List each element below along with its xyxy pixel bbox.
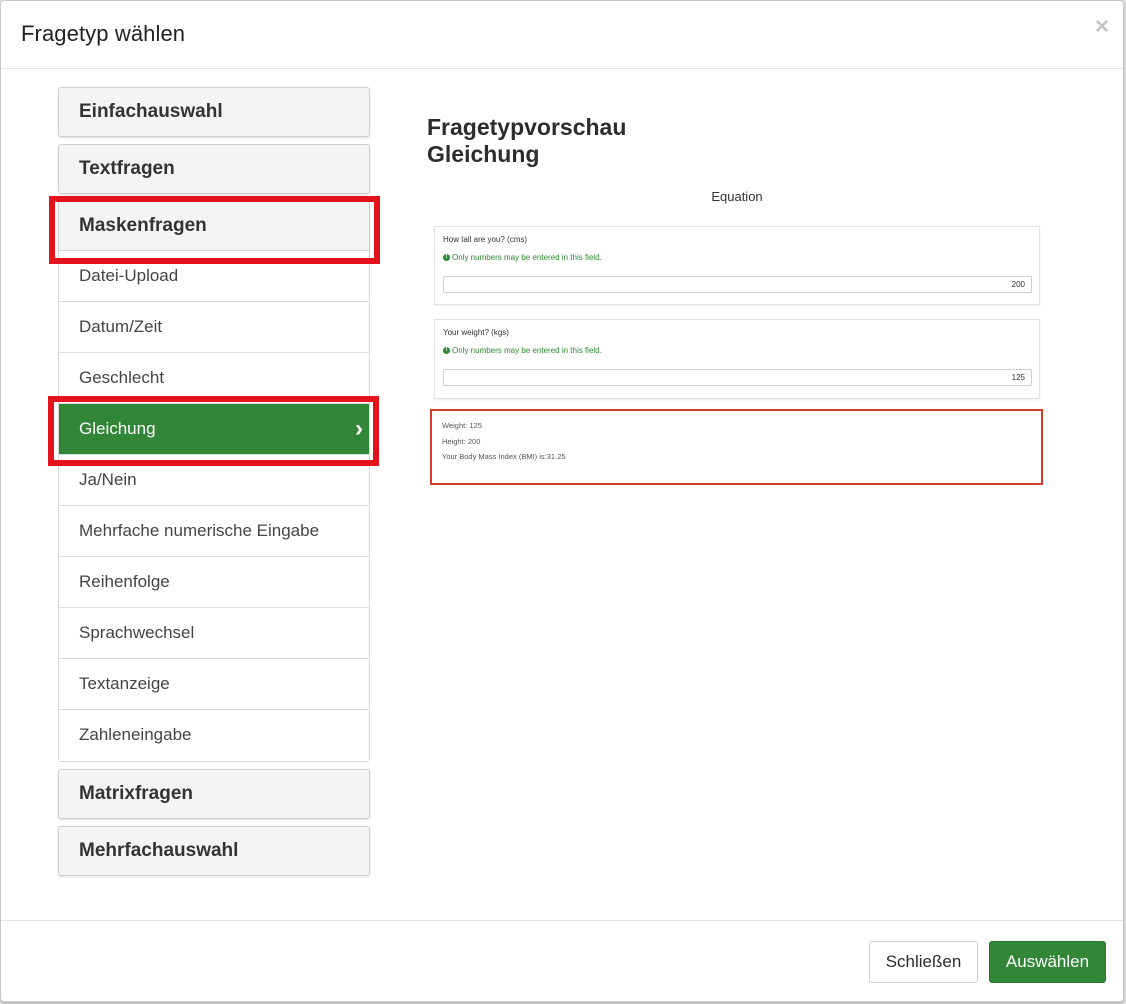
dialog-footer: Schließen Auswählen xyxy=(1,920,1123,1001)
preview-frame-label: Equation xyxy=(711,189,763,204)
list-item-label: Mehrfache numerische Eingabe xyxy=(79,521,320,540)
list-item-datum-zeit[interactable]: Datum/Zeit xyxy=(59,302,369,353)
list-item-ja-nein[interactable]: Ja/Nein xyxy=(59,455,369,506)
group-mehrfachauswahl[interactable]: Mehrfachauswahl xyxy=(58,826,370,876)
question-type-accordion: Einfachauswahl Textfragen Maskenfragen D… xyxy=(58,87,370,883)
list-item-mehrfache-numerische-eingabe[interactable]: Mehrfache numerische Eingabe xyxy=(59,506,369,557)
result-line: Weight: 125 xyxy=(442,421,482,430)
select-button[interactable]: Auswählen xyxy=(989,941,1106,983)
question-hint: ! Only numbers may be entered in this fie… xyxy=(443,253,602,262)
list-item-label: Gleichung xyxy=(79,419,156,438)
preview-heading-line2: Gleichung xyxy=(427,141,540,167)
maskenfragen-list: Datei-Upload Datum/Zeit Geschlecht Gleic… xyxy=(58,251,370,762)
list-item-label: Datum/Zeit xyxy=(79,317,163,336)
close-button[interactable]: Schließen xyxy=(869,941,978,983)
question-input: 200 xyxy=(443,276,1032,293)
group-maskenfragen[interactable]: Maskenfragen xyxy=(58,201,370,251)
preview-heading-line1: Fragetypvorschau xyxy=(427,114,627,140)
preview-question-card: How tall are you? (cms) ! Only numbers ma… xyxy=(434,226,1040,305)
list-item-datei-upload[interactable]: Datei-Upload xyxy=(59,251,369,302)
preview-panel: Fragetypvorschau Gleichung Equation How … xyxy=(427,114,1057,485)
group-textfragen[interactable]: Textfragen xyxy=(58,144,370,194)
dialog-title: Fragetyp wählen xyxy=(21,21,186,46)
list-item-label: Zahleneingabe xyxy=(79,725,192,744)
list-item-label: Ja/Nein xyxy=(79,470,137,489)
list-item-label: Textanzeige xyxy=(79,674,170,693)
question-hint-text: Only numbers may be entered in this fiel… xyxy=(452,346,602,355)
preview-question-card: Your weight? (kgs) ! Only numbers may be … xyxy=(434,319,1040,399)
question-hint-text: Only numbers may be entered in this fiel… xyxy=(452,253,602,262)
list-item-gleichung[interactable]: Gleichung › xyxy=(59,404,369,455)
question-input: 125 xyxy=(443,369,1032,386)
list-item-label: Reihenfolge xyxy=(79,572,170,591)
question-text: Your weight? (kgs) xyxy=(443,328,509,337)
result-line: Your Body Mass Index (BMI) is:31.25 xyxy=(442,452,566,461)
chevron-right-icon: › xyxy=(355,415,363,442)
info-circle-icon: ! xyxy=(443,254,450,262)
list-item-label: Geschlecht xyxy=(79,368,165,387)
preview-image: Equation How tall are you? (cms) ! Only n… xyxy=(427,186,1057,506)
list-item-textanzeige[interactable]: Textanzeige xyxy=(59,659,369,710)
list-item-label: Sprachwechsel xyxy=(79,623,195,642)
info-circle-icon: ! xyxy=(443,347,450,355)
list-item-reihenfolge[interactable]: Reihenfolge xyxy=(59,557,369,608)
result-line: Height: 200 xyxy=(442,437,481,446)
question-hint: ! Only numbers may be entered in this fie… xyxy=(443,346,602,355)
equation-result-box: Weight: 125 Height: 200 Your Body Mass I… xyxy=(430,409,1043,485)
dialog-body: Einfachauswahl Textfragen Maskenfragen D… xyxy=(1,70,1123,920)
question-type-dialog: Fragetyp wählen × Einfachauswahl Textfra… xyxy=(0,0,1124,1002)
list-item-sprachwechsel[interactable]: Sprachwechsel xyxy=(59,608,369,659)
group-einfachauswahl[interactable]: Einfachauswahl xyxy=(58,87,370,137)
group-matrixfragen[interactable]: Matrixfragen xyxy=(58,769,370,819)
close-icon[interactable]: × xyxy=(1095,13,1109,41)
list-item-label: Datei-Upload xyxy=(79,266,179,285)
question-text: How tall are you? (cms) xyxy=(443,235,528,244)
list-item-zahleneingabe[interactable]: Zahleneingabe xyxy=(59,710,369,761)
list-item-geschlecht[interactable]: Geschlecht xyxy=(59,353,369,404)
preview-heading: Fragetypvorschau Gleichung xyxy=(427,114,1057,168)
dialog-header: Fragetyp wählen × xyxy=(1,1,1123,69)
